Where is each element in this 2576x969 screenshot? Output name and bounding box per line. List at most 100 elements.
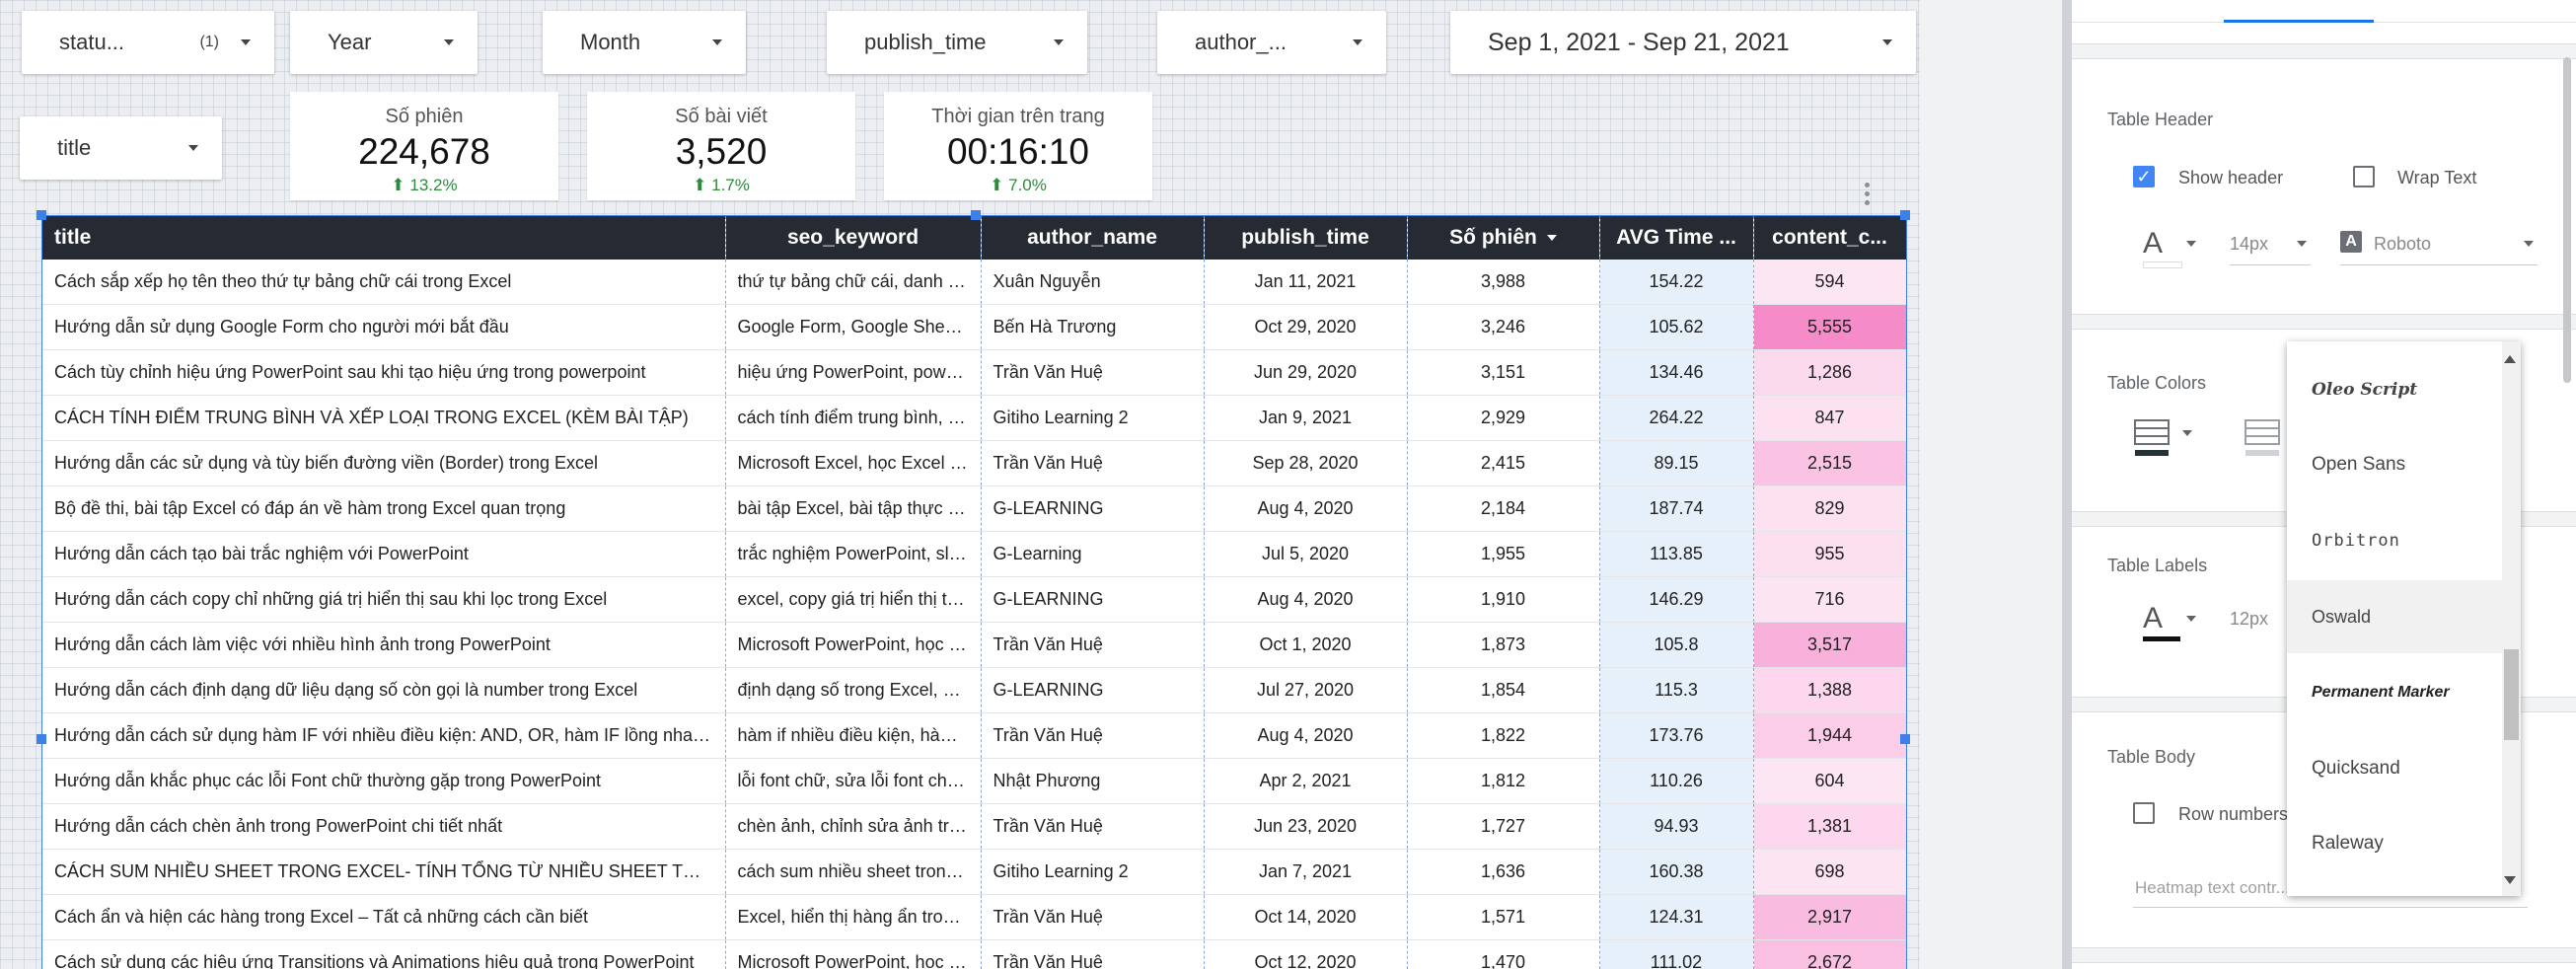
publish-time-filter[interactable]: publish_time <box>827 11 1087 74</box>
author-filter[interactable]: author_... <box>1157 11 1386 74</box>
table-row[interactable]: Hướng dẫn cách làm việc với nhiều hình ả… <box>42 622 1906 668</box>
show-header-checkbox[interactable]: ✓ <box>2133 166 2155 187</box>
font-option-oleo-script[interactable]: Oleo Script <box>2287 353 2502 426</box>
resize-handle[interactable] <box>37 210 46 220</box>
cell-content-count: 5,555 <box>1753 304 1906 350</box>
cell-title: Hướng dẫn các sử dụng và tùy biến đường … <box>42 440 726 486</box>
table-row[interactable]: Cách sử dụng các hiệu ứng Transitions và… <box>42 939 1906 969</box>
year-filter[interactable]: Year <box>290 11 478 74</box>
font-option-orbitron[interactable]: Orbitron <box>2287 504 2502 577</box>
label-font-color-icon[interactable]: A <box>2143 602 2163 635</box>
panel-divider[interactable] <box>2062 0 2072 969</box>
header-font-color-icon[interactable]: A <box>2143 227 2163 261</box>
chevron-down-icon <box>1353 39 1362 45</box>
cell-seo-keyword: Microsoft PowerPoint, học Pow... <box>725 622 982 668</box>
cell-seo-keyword: bài tập Excel, bài tập thực hành... <box>725 485 982 532</box>
cell-sessions: 2,929 <box>1407 395 1600 441</box>
table-row[interactable]: Hướng dẫn cách sử dụng hàm IF với nhiều … <box>42 712 1906 759</box>
scorecard-value: 224,678 <box>358 131 490 172</box>
table-row[interactable]: Cách tùy chỉnh hiệu ứng PowerPoint sau k… <box>42 349 1906 396</box>
data-table[interactable]: title seo_keyword author_name publish_ti… <box>41 215 1907 969</box>
column-header-title[interactable]: title <box>42 216 726 260</box>
column-header-avg-time[interactable]: AVG Time ... <box>1599 216 1754 260</box>
scorecard-articles[interactable]: Số bài viết 3,520 ⬆ 1.7% <box>587 92 855 200</box>
dropdown-scrollbar-thumb[interactable] <box>2504 649 2519 740</box>
font-option-open-sans[interactable]: Open Sans <box>2287 428 2502 501</box>
font-option-raleway[interactable]: Raleway <box>2287 807 2502 880</box>
cell-publish-time: Jul 27, 2020 <box>1204 667 1408 713</box>
chevron-down-icon[interactable] <box>2186 241 2196 247</box>
column-header-author-name[interactable]: author_name <box>981 216 1205 260</box>
wrap-text-checkbox[interactable] <box>2353 166 2375 187</box>
cell-seo-keyword: Excel, hiển thị hàng ẩn trong ex... <box>725 894 982 940</box>
table-row[interactable]: CÁCH TÍNH ĐIỂM TRUNG BÌNH VÀ XẾP LOẠI TR… <box>42 395 1906 441</box>
border-color-icon[interactable] <box>2244 418 2281 458</box>
resize-handle[interactable] <box>37 734 46 744</box>
table-row[interactable]: CÁCH SUM NHIỀU SHEET TRONG EXCEL- TÍNH T… <box>42 849 1906 895</box>
label-font-color-swatch <box>2143 636 2180 641</box>
cell-seo-keyword: Google Form, Google Sheets <box>725 304 982 350</box>
table-row[interactable]: Cách ẩn và hiện các hàng trong Excel – T… <box>42 894 1906 940</box>
font-option-oswald[interactable]: Oswald <box>2287 580 2502 653</box>
resize-handle[interactable] <box>1900 734 1910 744</box>
label-font-size[interactable]: 12px <box>2230 609 2268 630</box>
title-filter[interactable]: title <box>20 116 222 180</box>
date-range-filter[interactable]: Sep 1, 2021 - Sep 21, 2021 <box>1450 11 1916 74</box>
chevron-down-icon[interactable] <box>2524 241 2534 247</box>
cell-seo-keyword: lỗi font chữ, sửa lỗi font chữ, kh... <box>725 758 982 804</box>
column-header-publish-time[interactable]: publish_time <box>1204 216 1408 260</box>
cell-avg-time: 160.38 <box>1599 849 1754 895</box>
table-row[interactable]: Hướng dẫn sử dụng Google Form cho người … <box>42 304 1906 350</box>
row-numbers-checkbox[interactable] <box>2133 802 2155 824</box>
header-font-family[interactable]: Roboto <box>2374 234 2431 255</box>
table-row[interactable]: Cách sắp xếp họ tên theo thứ tự bảng chữ… <box>42 260 1906 305</box>
heatmap-text-contrast[interactable]: Heatmap text contr... <box>2135 878 2290 898</box>
scorecard-time-on-page[interactable]: Thời gian trên trang 00:16:10 ⬆ 7.0% <box>884 92 1152 200</box>
resize-handle[interactable] <box>971 210 981 220</box>
dropdown-scrollbar-track[interactable] <box>2502 341 2521 896</box>
more-options-icon[interactable] <box>1863 181 1871 208</box>
table-labels-section-title: Table Labels <box>2107 556 2208 575</box>
scroll-down-icon[interactable] <box>2504 876 2516 884</box>
font-option-permanent-marker[interactable]: Permanent Marker <box>2287 656 2502 729</box>
fill-color-icon[interactable] <box>2133 418 2171 458</box>
font-option-quicksand[interactable]: Quicksand <box>2287 732 2502 805</box>
table-row[interactable]: Hướng dẫn cách tạo bài trắc nghiệm với P… <box>42 531 1906 577</box>
table-row[interactable]: Hướng dẫn cách chèn ảnh trong PowerPoint… <box>42 803 1906 850</box>
chevron-down-icon[interactable] <box>2297 241 2307 247</box>
chevron-down-icon[interactable] <box>2182 430 2192 436</box>
cell-seo-keyword: Microsoft Excel, học Excel trực ... <box>725 440 982 486</box>
status-filter-label: statu... <box>59 30 125 54</box>
table-row[interactable]: Hướng dẫn các sử dụng và tùy biến đường … <box>42 440 1906 486</box>
status-filter[interactable]: statu... (1) <box>22 11 274 74</box>
cell-avg-time: 105.8 <box>1599 622 1754 668</box>
chevron-down-icon <box>712 39 722 45</box>
cell-author-name: Trần Văn Huệ <box>981 349 1205 396</box>
section-divider <box>2072 314 2576 330</box>
table-row[interactable]: Hướng dẫn cách định dạng dữ liệu dạng số… <box>42 667 1906 713</box>
column-header-content-count[interactable]: content_c... <box>1753 216 1906 260</box>
header-font-size[interactable]: 14px <box>2230 234 2268 255</box>
font-family-dropdown[interactable]: Oleo Script Open Sans Orbitron Oswald Pe… <box>2287 341 2521 896</box>
cell-sessions: 1,727 <box>1407 803 1600 850</box>
scroll-up-icon[interactable] <box>2504 355 2516 363</box>
scorecard-value: 3,520 <box>675 131 768 172</box>
cell-sessions: 1,955 <box>1407 531 1600 577</box>
cell-avg-time: 105.62 <box>1599 304 1754 350</box>
column-header-seo-keyword[interactable]: seo_keyword <box>725 216 982 260</box>
resize-handle[interactable] <box>1900 210 1910 220</box>
table-body-section-title: Table Body <box>2107 747 2196 767</box>
month-filter[interactable]: Month <box>543 11 746 74</box>
scorecard-delta: ⬆ 1.7% <box>693 176 750 194</box>
table-row[interactable]: Bộ đề thi, bài tập Excel có đáp án về hà… <box>42 485 1906 532</box>
chevron-down-icon[interactable] <box>2186 616 2196 622</box>
cell-avg-time: 187.74 <box>1599 485 1754 532</box>
panel-scrollbar[interactable] <box>2563 57 2571 383</box>
cell-publish-time: Oct 12, 2020 <box>1204 939 1408 969</box>
cell-avg-time: 134.46 <box>1599 349 1754 396</box>
column-header-sessions[interactable]: Số phiên <box>1407 216 1600 260</box>
table-row[interactable]: Hướng dẫn khắc phục các lỗi Font chữ thư… <box>42 758 1906 804</box>
table-row[interactable]: Hướng dẫn cách copy chỉ những giá trị hi… <box>42 576 1906 623</box>
scorecard-sessions[interactable]: Số phiên 224,678 ⬆ 13.2% <box>290 92 558 200</box>
cell-title: Hướng dẫn cách tạo bài trắc nghiệm với P… <box>42 531 726 577</box>
